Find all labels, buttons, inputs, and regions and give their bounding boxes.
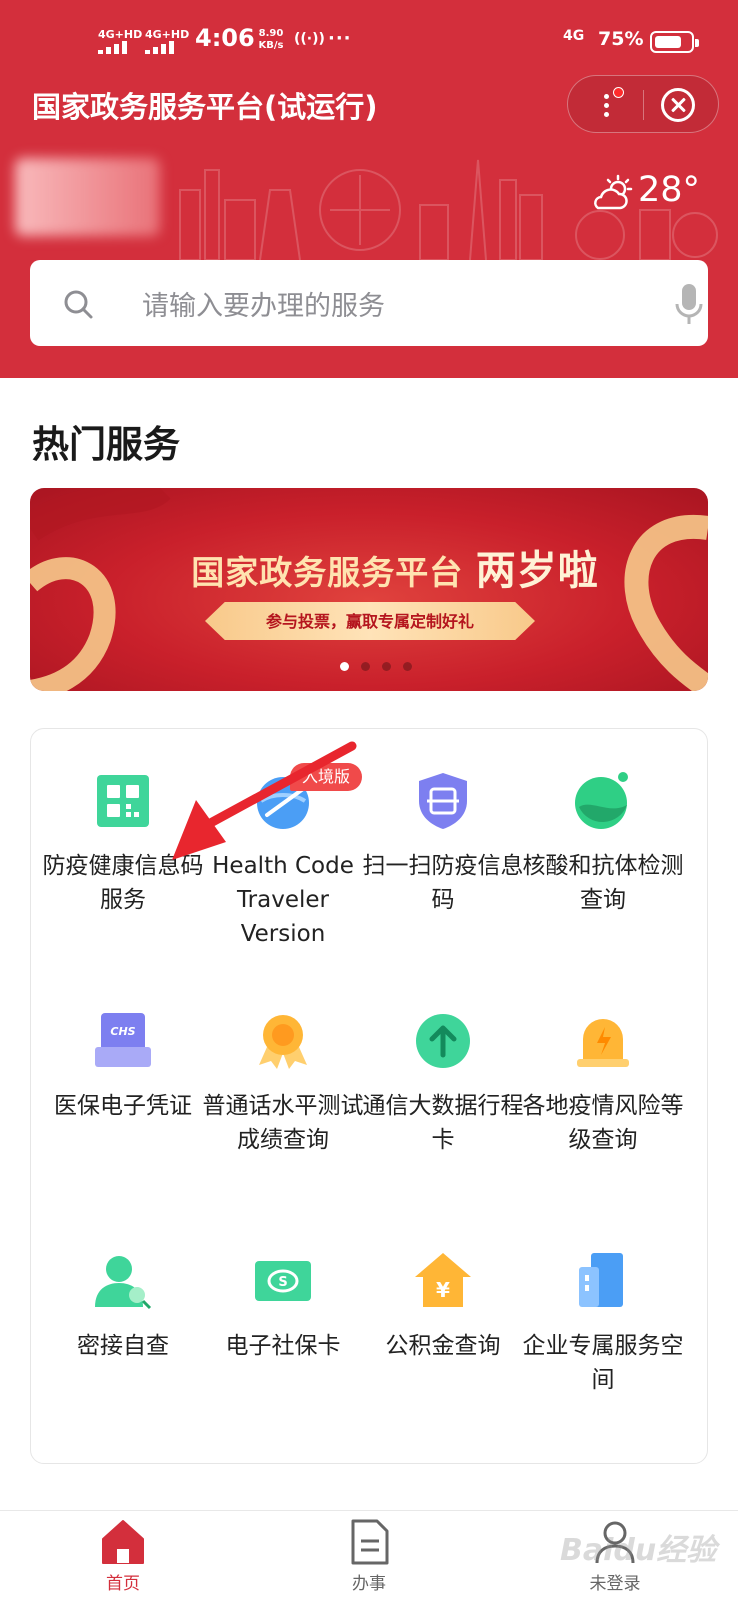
promo-banner[interactable]: 国家政务服务平台 两岁啦 参与投票，赢取专属定制好礼 [30, 488, 708, 691]
service-label: 普通话水平测试成绩查询 [202, 1093, 364, 1153]
section-title: 热门服务 [32, 423, 180, 466]
svg-text:CHS: CHS [110, 1025, 135, 1038]
building-icon [579, 1253, 623, 1307]
partly-cloudy-icon [594, 174, 633, 210]
status-bar: 4G+HD 4G+HD 4:06 8.90 KB/s ((·)) ··· 4G … [0, 0, 738, 80]
service-label: 防疫健康信息码服务 [42, 853, 204, 913]
hotspot-icon: ((·)) [294, 31, 325, 47]
clock: 4:06 [195, 24, 255, 52]
network-type: 4G [563, 28, 585, 44]
banner-subtitle: 参与投票，赢取专属定制好礼 [265, 612, 474, 631]
shield-scan-icon [419, 773, 467, 829]
svg-text:S: S [278, 1275, 287, 1290]
service-label: 扫一扫防疫信息码 [362, 853, 524, 913]
page-dot[interactable] [361, 662, 370, 671]
page-dot[interactable] [382, 662, 391, 671]
page-dot[interactable] [340, 662, 349, 671]
search-icon [64, 290, 93, 319]
inbound-badge: 入境版 [290, 763, 362, 791]
banner-title: 国家政务服务平台 两岁啦 [191, 548, 599, 594]
battery-icon [650, 31, 699, 53]
tab-services[interactable]: 办事 [309, 1511, 429, 1600]
location-blurred[interactable] [15, 158, 160, 236]
medal-icon [259, 1015, 307, 1069]
close-button[interactable] [661, 88, 695, 122]
flask-icon [575, 772, 628, 829]
service-label: 通信大数据行程卡 [362, 1093, 524, 1153]
service-label: Health Code Traveler Version [212, 853, 354, 947]
battery-percent: 75% [598, 28, 644, 50]
service-label: 密接自查 [77, 1333, 169, 1359]
search-input[interactable]: 请输入要办理的服务 [142, 284, 385, 323]
app-screen: 4G+HD 4G+HD 4:06 8.90 KB/s ((·)) ··· 4G … [0, 0, 738, 1600]
temperature: 28° [638, 170, 701, 210]
notification-dot [613, 87, 624, 98]
service-label: 医保电子凭证 [54, 1093, 192, 1119]
more-button[interactable] [586, 84, 626, 126]
person-search-icon [95, 1256, 152, 1310]
svg-text:¥: ¥ [436, 1278, 450, 1302]
alarm-light-icon [577, 1019, 629, 1067]
service-label: 公积金查询 [385, 1333, 501, 1359]
service-label: 各地疫情风险等级查询 [522, 1093, 684, 1153]
service-label: 企业专属服务空间 [522, 1333, 684, 1393]
qr-code-icon [97, 775, 149, 827]
arrow-up-circle-icon [416, 1014, 470, 1068]
tab-label: 未登录 [589, 1574, 641, 1594]
banner-pagination [340, 662, 412, 671]
tab-label: 首页 [106, 1574, 140, 1594]
service-label: 电子社保卡 [225, 1333, 341, 1359]
page-dot[interactable] [403, 662, 412, 671]
house-yuan-icon: ¥ [415, 1253, 471, 1307]
mini-program-capsule [567, 75, 719, 133]
header: 4G+HD 4G+HD 4:06 8.90 KB/s ((·)) ··· 4G … [0, 0, 738, 378]
chs-card-icon: CHS [95, 1013, 151, 1067]
home-icon [102, 1520, 144, 1564]
network-speed: 8.90 KB/s [258, 28, 284, 51]
service-grid: 防疫健康信息码服务 Health Code Traveler Version 扫… [30, 728, 708, 1464]
tab-label: 办事 [352, 1574, 386, 1594]
tab-home[interactable]: 首页 [63, 1511, 183, 1600]
watermark: Baidu经验 [560, 1533, 717, 1568]
service-label: 核酸和抗体检测查询 [522, 853, 684, 913]
document-icon [351, 1519, 389, 1565]
social-security-card-icon: S [255, 1261, 311, 1301]
app-title: 国家政务服务平台(试运行) [32, 90, 378, 124]
microphone-icon[interactable] [675, 282, 703, 326]
search-bar[interactable]: 请输入要办理的服务 [30, 260, 708, 346]
more-notifications-icon: ··· [328, 28, 352, 49]
